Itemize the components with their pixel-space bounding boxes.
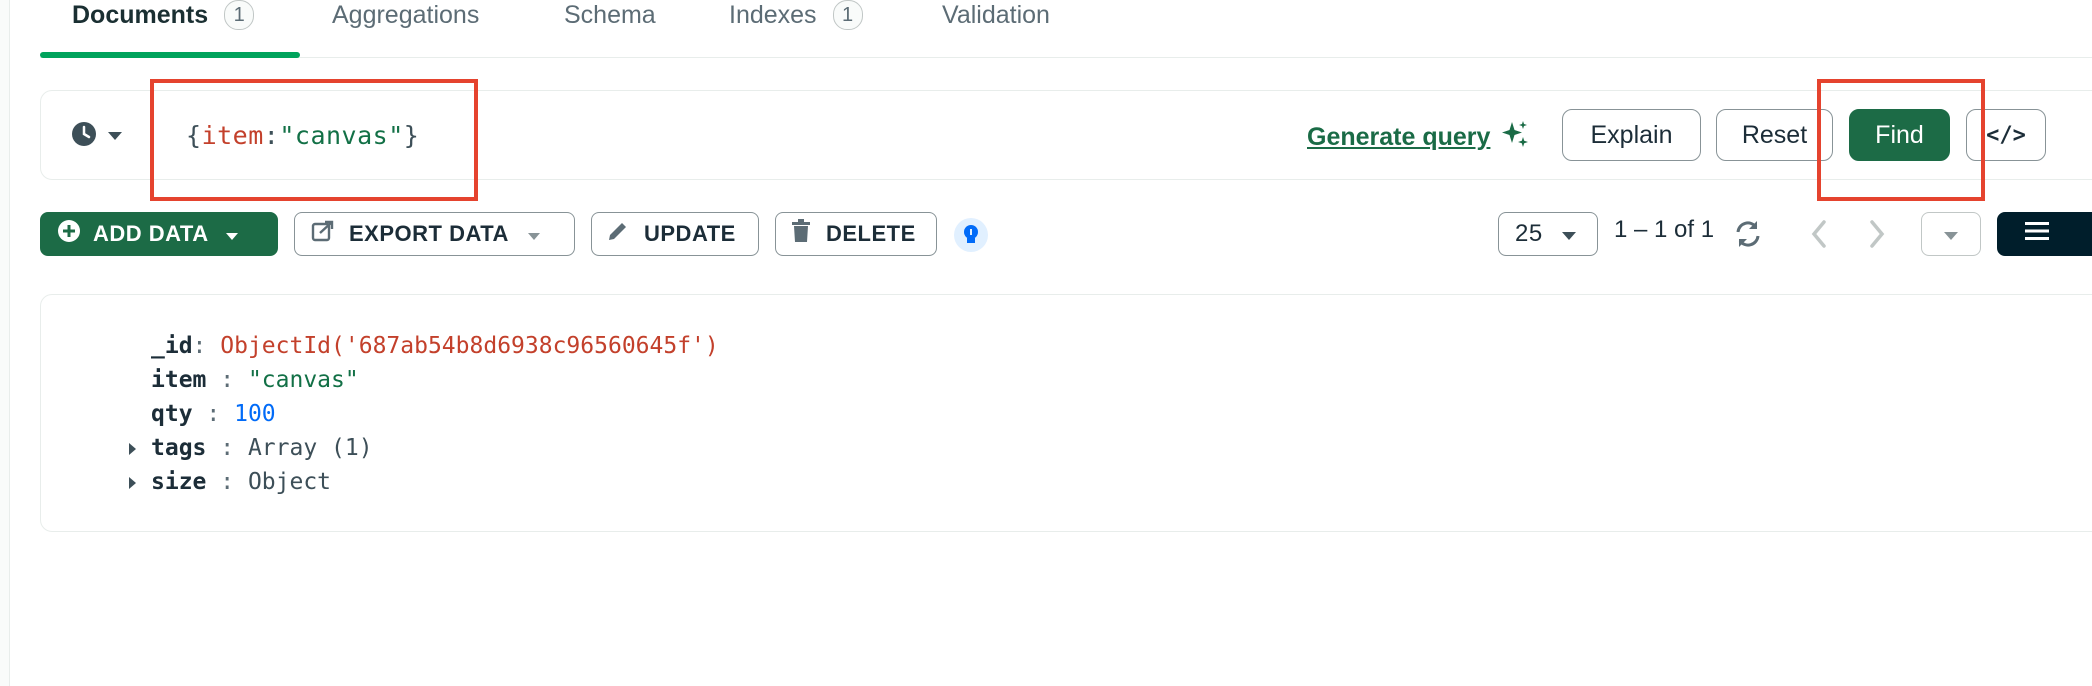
indexes-count-badge: 1 <box>832 0 863 30</box>
documents-count-badge: 1 <box>224 0 255 30</box>
plus-circle-icon <box>57 219 81 249</box>
tab-schema[interactable]: Schema <box>564 0 656 56</box>
document-field-id: _id: ObjectId('687ab54b8d6938c96560645f'… <box>151 333 719 359</box>
document-field-size[interactable]: size : Object <box>129 469 331 495</box>
delete-button[interactable]: DELETE <box>775 212 937 256</box>
export-data-button[interactable]: EXPORT DATA <box>294 212 575 256</box>
clock-icon <box>71 121 97 152</box>
chevron-down-icon <box>527 221 541 247</box>
chevron-down-icon <box>1561 220 1577 248</box>
left-panel-edge <box>0 0 10 686</box>
expand-caret-icon[interactable] <box>129 443 136 455</box>
tab-indexes[interactable]: Indexes 1 <box>729 0 863 56</box>
annotation-box-filter <box>150 79 478 201</box>
lightbulb-icon[interactable] <box>954 218 988 252</box>
chevron-down-icon <box>1943 221 1959 247</box>
tab-documents[interactable]: Documents 1 <box>40 0 300 58</box>
previous-page-icon[interactable] <box>1808 218 1832 255</box>
update-button[interactable]: UPDATE <box>591 212 759 256</box>
explain-button[interactable]: Explain <box>1562 109 1701 161</box>
view-options-dropdown[interactable] <box>1921 212 1981 256</box>
document-field-item: item : "canvas" <box>151 367 359 393</box>
query-history-button[interactable] <box>71 121 123 152</box>
list-view-button[interactable] <box>1997 212 2092 256</box>
next-page-icon[interactable] <box>1864 218 1888 255</box>
pencil-icon <box>606 219 630 249</box>
reset-button[interactable]: Reset <box>1716 109 1833 161</box>
list-icon <box>2024 220 2050 248</box>
tab-validation[interactable]: Validation <box>942 0 1050 56</box>
refresh-icon[interactable] <box>1732 218 1764 255</box>
sparkle-icon <box>1500 119 1530 156</box>
trash-icon <box>790 219 812 249</box>
expand-caret-icon[interactable] <box>129 477 136 489</box>
generate-query-link[interactable]: Generate query <box>1307 119 1530 156</box>
page-size-select[interactable]: 25 <box>1498 212 1598 256</box>
chevron-down-icon <box>225 221 239 247</box>
document-field-qty: qty : 100 <box>151 401 276 427</box>
active-tab-indicator <box>40 52 300 58</box>
document-field-tags[interactable]: tags : Array (1) <box>129 435 373 461</box>
document-card[interactable]: _id: ObjectId('687ab54b8d6938c96560645f'… <box>40 294 2092 532</box>
pagination-range: 1 – 1 of 1 <box>1614 216 1715 243</box>
tab-aggregations[interactable]: Aggregations <box>332 0 479 56</box>
collection-tabs: Documents 1 Aggregations Schema Indexes … <box>40 0 2092 58</box>
add-data-button[interactable]: ADD DATA <box>40 212 278 256</box>
chevron-down-icon <box>107 128 123 146</box>
annotation-box-find <box>1817 79 1985 201</box>
code-icon: </> <box>1986 122 2026 148</box>
export-icon <box>311 219 335 249</box>
